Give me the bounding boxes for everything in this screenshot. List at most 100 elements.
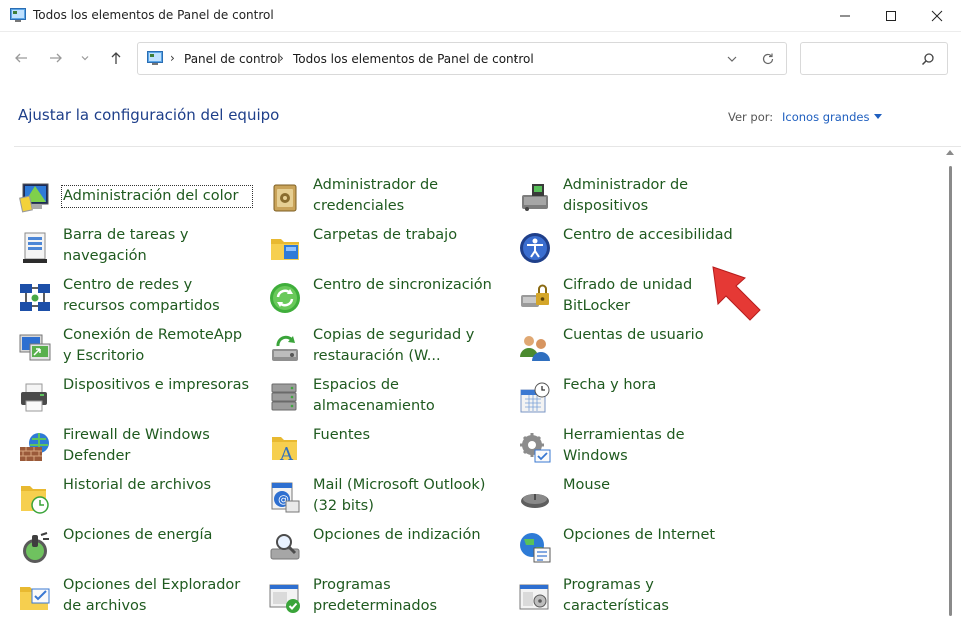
cp-item-remoteapp[interactable]: Conexión de RemoteApp y Escritorio: [14, 325, 254, 371]
cp-item-credential-manager[interactable]: Administrador de credenciales: [264, 175, 504, 221]
cp-item-label: Fecha y hora: [563, 377, 657, 393]
cp-item-label: Opciones de energía: [63, 527, 213, 543]
cp-item-windows-tools[interactable]: Herramientas de Windows: [514, 425, 754, 471]
cp-item-label: Conexión de RemoteApp y Escritorio: [63, 327, 243, 364]
breadcrumb-separator[interactable]: ›: [279, 51, 284, 65]
cp-item-label: Opciones de indización: [313, 527, 481, 543]
accessibility-icon: [520, 233, 550, 263]
cp-item-label: Herramientas de Windows: [563, 427, 685, 464]
firewall-icon: [20, 433, 49, 461]
cp-item-programs-features[interactable]: Programas y características: [514, 575, 754, 621]
minimize-button[interactable]: [822, 0, 868, 32]
navigation-bar: › Panel de control › Todos los elementos…: [0, 32, 961, 84]
chevron-down-icon[interactable]: [724, 51, 740, 67]
cp-item-label: Programas predeterminados: [313, 577, 438, 614]
cp-item-label: Centro de accesibilidad: [563, 227, 733, 243]
view-by-dropdown[interactable]: Iconos grandes: [782, 110, 883, 124]
cp-item-mail[interactable]: @ Mail (Microsoft Outlook) (32 bits): [264, 475, 504, 521]
cp-item-explorer-options[interactable]: Opciones del Explorador de archivos: [14, 575, 254, 621]
cp-item-label: Administrador de dispositivos: [563, 177, 689, 214]
cp-item-taskbar[interactable]: Barra de tareas y navegación: [14, 225, 254, 271]
cp-item-storage-spaces[interactable]: Espacios de almacenamiento: [264, 375, 504, 421]
cp-item-label: Mouse: [563, 477, 611, 493]
remoteapp-icon: [19, 334, 51, 361]
cp-item-firewall[interactable]: Firewall de Windows Defender: [14, 425, 254, 471]
storage-spaces-icon: [271, 383, 297, 411]
cp-item-color-management[interactable]: Administración del color: [14, 175, 254, 221]
cp-item-user-accounts[interactable]: Cuentas de usuario: [514, 325, 754, 371]
cp-item-label: Copias de seguridad y restauración (W...: [313, 327, 475, 364]
cp-item-label: Barra de tareas y navegación: [63, 227, 189, 264]
cp-item-work-folders[interactable]: Carpetas de trabajo: [264, 225, 504, 271]
cp-item-fonts[interactable]: A Fuentes: [264, 425, 504, 471]
refresh-icon[interactable]: [760, 51, 776, 67]
user-accounts-icon: [520, 336, 550, 361]
taskbar-icon: [23, 232, 47, 263]
sync-center-icon: [270, 283, 300, 313]
mouse-icon: [521, 494, 549, 508]
cp-item-date-time[interactable]: Fecha y hora: [514, 375, 754, 421]
cp-item-devices-printers[interactable]: Dispositivos e impresoras: [14, 375, 254, 421]
up-button[interactable]: [104, 46, 128, 70]
default-programs-icon: [269, 584, 300, 613]
cp-item-network-sharing[interactable]: Centro de redes y recursos compartidos: [14, 275, 254, 321]
cp-item-label: Administración del color: [61, 185, 253, 208]
windows-tools-icon: [520, 433, 551, 463]
view-by-value: Iconos grandes: [782, 110, 870, 124]
forward-button[interactable]: [44, 46, 68, 70]
cp-item-indexing-options[interactable]: Opciones de indización: [264, 525, 504, 571]
search-input[interactable]: [800, 42, 948, 75]
device-manager-icon: [522, 184, 548, 211]
cp-item-label: Administrador de credenciales: [313, 177, 439, 214]
fonts-icon: A: [272, 437, 297, 465]
credential-manager-icon: [273, 184, 297, 212]
chevron-down-icon: [81, 56, 89, 61]
cp-item-label: Historial de archivos: [63, 477, 212, 493]
date-time-icon: [520, 382, 550, 413]
recent-locations-button[interactable]: [76, 46, 94, 70]
maximize-icon: [886, 11, 896, 21]
cp-item-file-history[interactable]: Historial de archivos: [14, 475, 254, 521]
annotation-arrow: [712, 266, 761, 321]
maximize-button[interactable]: [868, 0, 914, 32]
vertical-scrollbar[interactable]: [944, 146, 956, 634]
cp-item-backup-restore[interactable]: Copias de seguridad y restauración (W...: [264, 325, 504, 371]
cp-item-label: Centro de sincronización: [313, 277, 492, 293]
cp-item-sync-center[interactable]: Centro de sincronización: [264, 275, 504, 321]
cp-item-label: Mail (Microsoft Outlook) (32 bits): [313, 477, 486, 514]
bitlocker-icon: [521, 284, 549, 307]
explorer-options-icon: [20, 587, 50, 610]
arrow-up-icon: [111, 52, 121, 64]
arrow-left-icon: [15, 53, 27, 63]
scroll-thumb[interactable]: [949, 166, 952, 616]
scroll-up-icon[interactable]: [946, 150, 954, 155]
breadcrumb-item[interactable]: Panel de control: [184, 52, 281, 66]
cp-item-power-options[interactable]: Opciones de energía: [14, 525, 254, 571]
close-icon: [931, 10, 943, 22]
breadcrumb-item[interactable]: Todos los elementos de Panel de control: [293, 52, 534, 66]
back-button[interactable]: [9, 46, 33, 70]
cp-item-device-manager[interactable]: Administrador de dispositivos: [514, 175, 754, 221]
caret-down-icon: [874, 114, 883, 119]
cp-item-label: Dispositivos e impresoras: [63, 377, 250, 393]
cp-item-mouse[interactable]: Mouse: [514, 475, 754, 521]
cp-item-label: Opciones del Explorador de archivos: [63, 577, 241, 614]
close-button[interactable]: [914, 0, 960, 32]
color-management-icon: [19, 183, 49, 213]
cp-item-label: Centro de redes y recursos compartidos: [63, 277, 220, 314]
printer-icon: [21, 383, 47, 412]
cp-item-label: Opciones de Internet: [563, 527, 716, 543]
breadcrumb-separator[interactable]: ›: [170, 51, 175, 65]
control-panel-items: Administración del color Administrador d…: [14, 146, 961, 634]
programs-features-icon: [519, 584, 549, 610]
cp-item-internet-options[interactable]: Opciones de Internet: [514, 525, 754, 571]
work-folders-icon: [271, 239, 299, 260]
control-panel-icon: [10, 8, 26, 22]
address-bar[interactable]: › Panel de control › Todos los elementos…: [137, 42, 787, 75]
cp-item-default-programs[interactable]: Programas predeterminados: [264, 575, 504, 621]
breadcrumb-separator[interactable]: ›: [513, 51, 518, 65]
window-title: Todos los elementos de Panel de control: [33, 8, 274, 22]
internet-options-icon: [520, 533, 551, 563]
cp-item-label: Carpetas de trabajo: [313, 227, 458, 243]
svg-text:A: A: [279, 444, 294, 465]
